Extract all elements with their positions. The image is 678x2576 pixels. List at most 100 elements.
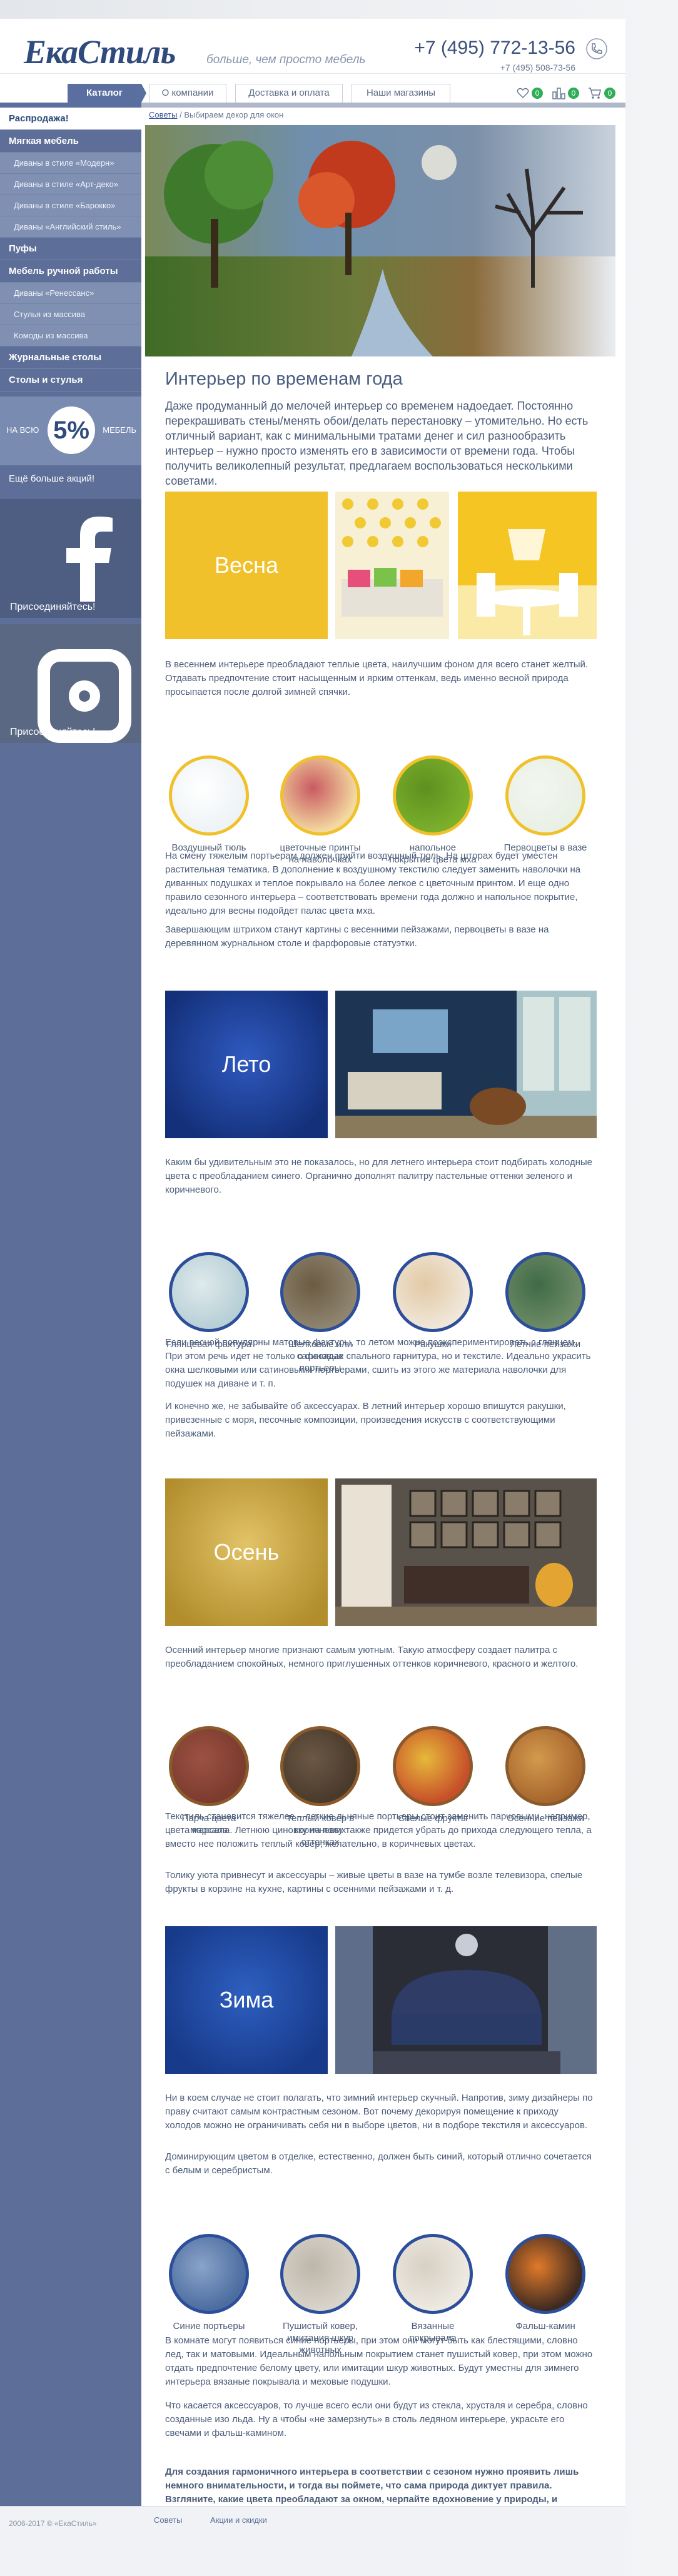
- top-navbar: Каталог О компании Доставка и оплата Наш…: [0, 81, 625, 108]
- article-lead: Даже продуманный до мелочей интерьер со …: [165, 400, 589, 487]
- page: ЕкаСтиль больше, чем просто мебель +7 (4…: [0, 19, 625, 2576]
- sidebar-item-11[interactable]: Журнальные столы: [0, 346, 141, 369]
- sidebar-item-9[interactable]: Стулья из массива: [0, 304, 141, 325]
- sidebar-item-12[interactable]: Столы и стулья: [0, 369, 141, 391]
- sidebar-item-8[interactable]: Диваны «Ренессанс»: [0, 283, 141, 304]
- winter-circle-item-3: Фальш-камин: [502, 2234, 589, 2332]
- winter-paragraph-1: Ни в коем случае не стоит полагать, что …: [165, 2093, 593, 2131]
- spring-circle-image-2: [393, 755, 473, 836]
- sidebar-item-4[interactable]: Диваны в стиле «Барокко»: [0, 195, 141, 216]
- winter-interior-photo: [335, 1926, 597, 2074]
- cart-link[interactable]: 0: [588, 87, 615, 99]
- sidebar-item-3[interactable]: Диваны в стиле «Арт-деко»: [0, 174, 141, 195]
- spring-interior-photo-1: [335, 492, 449, 639]
- discount-left-text: НА ВСЮ: [6, 425, 39, 435]
- discount-value: 5%: [48, 407, 95, 454]
- autumn-circle-image-1: [280, 1726, 360, 1806]
- facebook-icon: [66, 517, 113, 602]
- nav-stores[interactable]: Наши магазины: [352, 84, 450, 103]
- site-logo[interactable]: ЕкаСтиль: [24, 33, 176, 71]
- footer-copyright: 2006-2017 © «ЕкаСтиль»: [9, 2519, 97, 2528]
- nav-delivery[interactable]: Доставка и оплата: [235, 84, 343, 103]
- spring-paragraph-3: Завершающим штрихом станут картины с вес…: [165, 924, 549, 949]
- autumn-paragraph-1: Осенний интерьер многие признают самым у…: [165, 1645, 579, 1669]
- header-icons: 0 0 0: [517, 84, 615, 103]
- spring-paragraph-1: В весеннем интерьере преобладают теплые …: [165, 659, 589, 697]
- summer-paragraph-3: И конечно же, не забывайте об аксессуара…: [165, 1401, 566, 1439]
- article: Интерьер по временам года Даже продуманн…: [165, 369, 597, 488]
- cart-count: 0: [604, 88, 615, 99]
- footer-copyright-area: 2006-2017 © «ЕкаСтиль»: [0, 2506, 141, 2576]
- favorites-link[interactable]: 0: [517, 88, 543, 99]
- summer-circle-image-0: [169, 1252, 249, 1332]
- autumn-tile: Осень: [165, 1478, 328, 1626]
- winter-circle-item-0: Синие портьеры: [165, 2234, 253, 2332]
- instagram-widget[interactable]: Присоединяйтесь!: [0, 624, 141, 743]
- favorites-count: 0: [532, 88, 543, 99]
- spring-paragraph-2: На смену тяжелым портьерам должен прийти…: [165, 851, 581, 916]
- compare-icon: [552, 88, 565, 99]
- sidebar-item-6[interactable]: Пуфы: [0, 238, 141, 260]
- summer-paragraph-1: Каким бы удивительным это не показалось,…: [165, 1157, 593, 1195]
- breadcrumb: Советы / Выбираем декор для окон: [149, 110, 284, 119]
- spring-circle-item-3: Первоцветы в вазе: [502, 755, 589, 854]
- spring-interior-photo-2: [458, 492, 597, 639]
- summer-circle-image-2: [393, 1252, 473, 1332]
- discount-banner[interactable]: НА ВСЮ 5% МЕБЕЛЬ: [0, 397, 141, 465]
- compare-link[interactable]: 0: [552, 87, 579, 99]
- instagram-caption: Присоединяйтесь!: [10, 727, 96, 737]
- winter-circle-caption-0: Синие портьеры: [173, 2321, 245, 2331]
- second-phone[interactable]: +7 (495) 508-73-56: [500, 63, 575, 73]
- sidebar-menu: Распродажа! Мягкая мебель Диваны в стиле «…: [0, 108, 141, 391]
- sidebar-item-0[interactable]: Распродажа!: [0, 108, 141, 130]
- spring-circle-item-0: Воздушный тюль: [165, 755, 253, 854]
- sidebar-item-10[interactable]: Комоды из массива: [0, 325, 141, 346]
- winter-circle-caption-3: Фальш-камин: [515, 2321, 575, 2331]
- summer-circle-image-1: [280, 1252, 360, 1332]
- sidebar-item-1[interactable]: Мягкая мебель: [0, 130, 141, 153]
- autumn-paragraph-3: Толику уюта привнесут и аксессуары – жив…: [165, 1870, 583, 1894]
- cart-icon: [589, 88, 601, 99]
- article-title: Интерьер по временам года: [165, 369, 403, 389]
- phone-icon[interactable]: [585, 38, 608, 60]
- more-promos-link[interactable]: Ещё больше акций!: [0, 465, 141, 493]
- autumn-circle-image-3: [505, 1726, 585, 1806]
- compare-count: 0: [568, 88, 579, 99]
- sidebar-item-7[interactable]: Мебель ручной работы: [0, 260, 141, 283]
- autumn-circle-image-2: [393, 1726, 473, 1806]
- winter-paragraph-4: Что касается аксессуаров, то лучше всего…: [165, 2400, 588, 2438]
- spring-circle-image-1: [280, 755, 360, 836]
- footer: Советы Акции и скидки: [141, 2506, 625, 2576]
- spring-tile: Весна: [165, 492, 328, 639]
- spring-circle-image-3: [505, 755, 585, 836]
- breadcrumb-current: Выбираем декор для окон: [184, 110, 284, 119]
- autumn-interior-photo: [335, 1478, 597, 1626]
- winter-tile: Зима: [165, 1926, 328, 2074]
- sidebar-item-5[interactable]: Диваны «Английский стиль»: [0, 216, 141, 238]
- summer-circle-image-3: [505, 1252, 585, 1332]
- sidebar-item-2[interactable]: Диваны в стиле «Модерн»: [0, 153, 141, 174]
- footer-link-sales[interactable]: Акции и скидки: [210, 2515, 267, 2525]
- autumn-paragraph-2: Текстиль становится тяжелее – легкие льн…: [165, 1811, 592, 1849]
- footer-link-advice[interactable]: Советы: [154, 2515, 182, 2525]
- winter-circle-image-2: [393, 2234, 473, 2314]
- discount-right-text: МЕБЕЛЬ: [103, 425, 136, 435]
- winter-circle-image-0: [169, 2234, 249, 2314]
- main-phone[interactable]: +7 (495) 772-13-56: [414, 38, 575, 59]
- winter-circle-image-3: [505, 2234, 585, 2314]
- breadcrumb-root[interactable]: Советы: [149, 110, 177, 119]
- summer-paragraph-2: Если весной популярны матовые фактуры, т…: [165, 1337, 591, 1389]
- heart-icon: [517, 88, 529, 99]
- sidebar: Распродажа! Мягкая мебель Диваны в стиле «…: [0, 108, 141, 2576]
- winter-paragraph-2: Доминирующим цветом в отделке, естествен…: [165, 2151, 592, 2176]
- catalog-tab[interactable]: Каталог: [68, 84, 146, 103]
- hero-four-seasons-image: [145, 125, 615, 356]
- summer-interior-photo: [335, 991, 597, 1138]
- winter-paragraph-3: В комнате могут появиться синие портьеры…: [165, 2335, 593, 2387]
- site-tagline: больше, чем просто мебель: [206, 53, 366, 66]
- facebook-widget[interactable]: Присоединяйтесь!: [0, 499, 141, 618]
- summer-tile: Лето: [165, 991, 328, 1138]
- nav-about[interactable]: О компании: [149, 84, 226, 103]
- nav-divider-accent: [0, 103, 141, 108]
- header: ЕкаСтиль больше, чем просто мебель +7 (4…: [0, 19, 625, 74]
